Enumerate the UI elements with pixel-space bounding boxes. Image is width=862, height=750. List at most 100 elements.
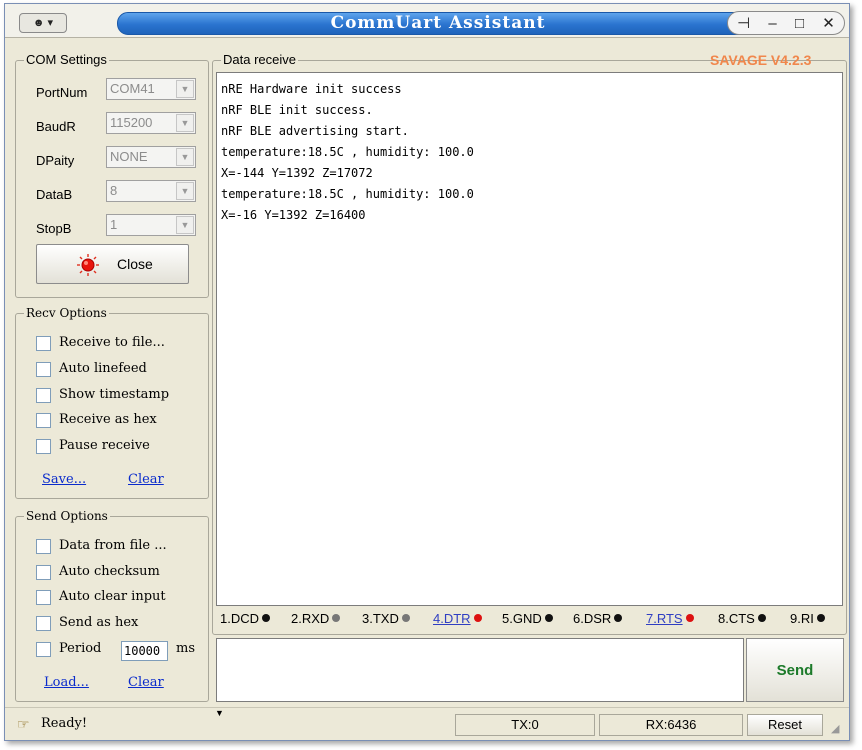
receive-line: temperature:18.5C , humidity: 100.0: [221, 187, 474, 201]
portnum-select[interactable]: COM41 ▼: [106, 78, 196, 100]
pin-dtr[interactable]: 4.DTR: [433, 611, 482, 626]
send-options-title: Send Options: [24, 508, 110, 524]
pin-indicator: [544, 614, 553, 622]
checkbox-label: Data from file ...: [59, 538, 167, 553]
data-receive-title: Data receive: [221, 52, 298, 68]
period-unit: ms: [176, 641, 195, 656]
checkbox-box[interactable]: [36, 336, 51, 351]
load-link[interactable]: Load...: [44, 675, 89, 690]
chevron-down-icon[interactable]: ▼: [176, 182, 194, 200]
title-bar: ☻ ▾ CommUart Assistant ⊣ – □ ✕: [5, 4, 849, 38]
checkbox-box[interactable]: [36, 616, 51, 631]
status-text: Ready!: [41, 716, 88, 731]
receive-line: nRF BLE init success.: [221, 103, 373, 117]
close-port-label: Close: [117, 256, 153, 272]
receive-line: temperature:18.5C , humidity: 100.0: [221, 145, 474, 159]
parity-label: DPaity: [36, 153, 75, 168]
checkbox-label: Receive to file...: [59, 335, 165, 350]
maximize-icon[interactable]: □: [795, 15, 804, 32]
checkbox-box[interactable]: [36, 362, 51, 377]
pin-indicator: [262, 614, 271, 622]
receive-line: nRF BLE advertising start.: [221, 124, 409, 138]
send-clear-link[interactable]: Clear: [128, 675, 164, 690]
checkbox-label: Send as hex: [59, 615, 139, 630]
save-link[interactable]: Save...: [42, 472, 86, 487]
pin-indicator: [757, 614, 766, 622]
pin-txd: 3.TXD: [362, 611, 410, 626]
close-window-icon[interactable]: ✕: [822, 14, 835, 32]
checkbox-label: Period: [59, 641, 102, 656]
baudrate-label: BaudR: [36, 119, 76, 134]
ready-icon: ☞: [17, 716, 30, 732]
app-window: ☻ ▾ CommUart Assistant ⊣ – □ ✕ COM Setti…: [4, 3, 850, 741]
pin-indicator: [614, 614, 623, 622]
stopbits-value: 1: [110, 217, 118, 232]
pin-indicator: [685, 614, 694, 622]
pin-rxd: 2.RXD: [291, 611, 341, 626]
databits-value: 8: [110, 183, 118, 198]
recv-clear-link[interactable]: Clear: [128, 472, 164, 487]
port-status-light-icon: [77, 254, 99, 276]
checkbox-label: Auto checksum: [59, 564, 160, 579]
receive-textarea[interactable]: nRE Hardware init success nRF BLE init s…: [216, 72, 843, 606]
stopbits-select[interactable]: 1 ▼: [106, 214, 196, 236]
portnum-value: COM41: [110, 81, 155, 96]
chevron-down-icon[interactable]: ▼: [176, 148, 194, 166]
chevron-down-icon[interactable]: ▼: [176, 216, 194, 234]
send-input[interactable]: [216, 638, 744, 702]
recv-options-group: Recv Options Receive to file... Auto lin…: [15, 305, 209, 499]
system-menu-button[interactable]: ☻ ▾: [19, 13, 67, 33]
checkbox-label: Auto clear input: [59, 589, 166, 604]
period-checkbox[interactable]: Period 10000 ms: [36, 640, 216, 661]
send-options-group: Send Options Data from file ... Auto che…: [15, 508, 209, 702]
pin-cts: 8.CTS: [718, 611, 766, 626]
com-settings-group: COM Settings PortNum COM41 ▼ BaudR 11520…: [15, 52, 209, 298]
status-bar: ☞ Ready! ▼ TX:0 RX:6436 Reset ◢: [5, 707, 849, 740]
receive-line: nRE Hardware init success: [221, 82, 402, 96]
baudrate-value: 115200: [110, 115, 153, 130]
send-button[interactable]: Send: [746, 638, 844, 702]
checkbox-box[interactable]: [36, 642, 51, 657]
receive-line: X=-16 Y=1392 Z=16400: [221, 208, 366, 222]
close-port-button[interactable]: Close: [36, 244, 189, 284]
checkbox-box[interactable]: [36, 590, 51, 605]
reset-button[interactable]: Reset: [747, 714, 823, 736]
input-caret-icon: ▼: [215, 708, 224, 718]
pin-icon[interactable]: ⊣: [737, 14, 750, 32]
databits-select[interactable]: 8 ▼: [106, 180, 196, 202]
chevron-down-icon[interactable]: ▼: [176, 114, 194, 132]
pin-ri: 9.RI: [790, 611, 825, 626]
checkbox-box[interactable]: [36, 413, 51, 428]
baudrate-select[interactable]: 115200 ▼: [106, 112, 196, 134]
checkbox-label: Auto linefeed: [59, 361, 147, 376]
app-icon: ☻ ▾: [32, 17, 54, 29]
recv-options-title: Recv Options: [24, 305, 109, 321]
pin-indicator: [816, 614, 825, 622]
pin-dsr: 6.DSR: [573, 611, 623, 626]
minimize-icon[interactable]: –: [768, 15, 776, 32]
checkbox-box[interactable]: [36, 539, 51, 554]
checkbox-label: Receive as hex: [59, 412, 157, 427]
checkbox-box[interactable]: [36, 565, 51, 580]
checkbox-label: Pause receive: [59, 438, 150, 453]
resize-grip-icon[interactable]: ◢: [831, 722, 839, 735]
checkbox-box[interactable]: [36, 388, 51, 403]
checkbox-box[interactable]: [36, 439, 51, 454]
version-label: SAVAGE V4.2.3: [710, 52, 812, 68]
tx-counter: TX:0: [455, 714, 595, 736]
pin-indicator: [473, 614, 482, 622]
portnum-label: PortNum: [36, 85, 88, 100]
window-title: CommUart Assistant: [330, 13, 546, 33]
databits-label: DataB: [36, 187, 73, 202]
pin-dcd: 1.DCD: [220, 611, 271, 626]
pin-gnd: 5.GND: [502, 611, 553, 626]
pin-rts[interactable]: 7.RTS: [646, 611, 694, 626]
parity-value: NONE: [110, 149, 148, 164]
chevron-down-icon[interactable]: ▼: [176, 80, 194, 98]
window-controls: ⊣ – □ ✕: [727, 11, 845, 35]
parity-select[interactable]: NONE ▼: [106, 146, 196, 168]
checkbox-label: Show timestamp: [59, 387, 170, 402]
receive-line: X=-144 Y=1392 Z=17072: [221, 166, 373, 180]
com-settings-title: COM Settings: [24, 52, 109, 68]
period-input[interactable]: 10000: [121, 641, 168, 661]
